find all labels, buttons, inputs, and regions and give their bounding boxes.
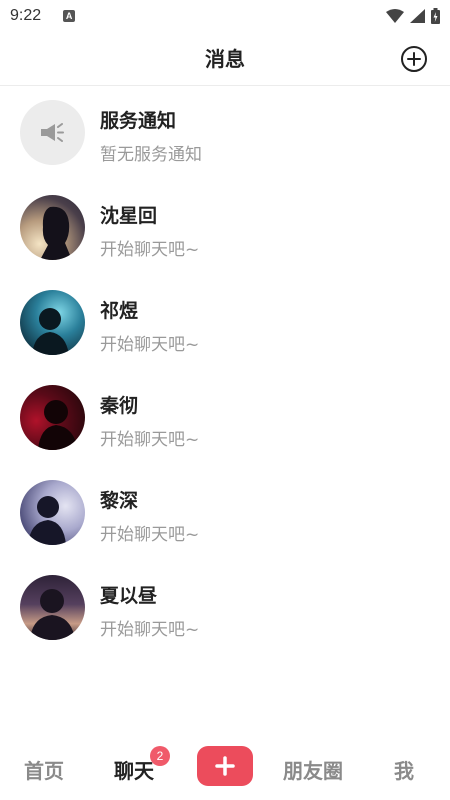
- chat-item-xia-yizhou[interactable]: 夏以昼 开始聊天吧~: [0, 565, 450, 660]
- avatar: [20, 290, 85, 355]
- nav-moments[interactable]: 朋友圈: [283, 755, 343, 784]
- chat-preview: 开始聊天吧~: [100, 525, 200, 545]
- service-avatar: [20, 100, 85, 165]
- battery-icon: [431, 8, 440, 24]
- avatar: [20, 480, 85, 545]
- chat-unread-badge: 2: [150, 746, 170, 766]
- bottom-nav: 首页 聊天 2 朋友圈 我: [0, 735, 450, 800]
- plus-icon: [215, 756, 235, 776]
- notification-a-icon: A: [63, 10, 76, 22]
- chat-preview: 暂无服务通知: [100, 145, 202, 165]
- chat-name: 黎深: [100, 490, 139, 512]
- wifi-icon: [386, 9, 404, 23]
- status-time: 9:22: [10, 7, 42, 24]
- chat-preview: 开始聊天吧~: [100, 430, 200, 450]
- status-icons: [386, 8, 440, 24]
- avatar: [20, 195, 85, 260]
- nav-home[interactable]: 首页: [24, 755, 64, 784]
- chat-preview: 开始聊天吧~: [100, 620, 200, 640]
- chat-item-qi-yu[interactable]: 祁煜 开始聊天吧~: [0, 280, 450, 375]
- avatar: [20, 575, 85, 640]
- nav-chat[interactable]: 聊天: [114, 755, 154, 784]
- chat-preview: 开始聊天吧~: [100, 335, 200, 355]
- chat-name: 服务通知: [100, 110, 177, 132]
- signal-icon: [410, 9, 425, 23]
- add-circle-icon[interactable]: [400, 45, 428, 73]
- status-bar: 9:22 A: [0, 0, 450, 32]
- page-title: 消息: [205, 47, 245, 71]
- chat-name: 秦彻: [100, 395, 139, 417]
- nav-me[interactable]: 我: [394, 755, 414, 784]
- chat-item-li-shen[interactable]: 黎深 开始聊天吧~: [0, 470, 450, 565]
- chat-name: 沈星回: [100, 205, 158, 227]
- create-post-button[interactable]: [197, 746, 253, 786]
- megaphone-icon: [41, 123, 64, 142]
- chat-preview: 开始聊天吧~: [100, 240, 200, 260]
- chat-name: 祁煜: [100, 300, 139, 322]
- chat-item-shen-xinghui[interactable]: 沈星回 开始聊天吧~: [0, 185, 450, 280]
- chat-list: 服务通知 暂无服务通知 沈星回 开始聊天吧~ 祁煜 开始聊天吧~ 秦彻 开始聊天…: [0, 90, 450, 660]
- chat-item-qin-che[interactable]: 秦彻 开始聊天吧~: [0, 375, 450, 470]
- chat-item-service-notice[interactable]: 服务通知 暂无服务通知: [0, 90, 450, 185]
- avatar: [20, 385, 85, 450]
- top-header: 消息: [0, 32, 450, 86]
- chat-name: 夏以昼: [100, 585, 158, 607]
